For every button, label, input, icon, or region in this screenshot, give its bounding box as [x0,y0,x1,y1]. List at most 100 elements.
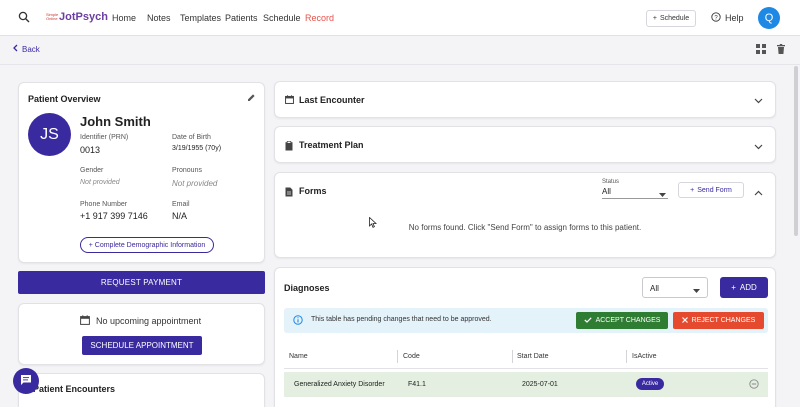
send-form-label: Send Form [697,186,732,194]
last-encounter-panel[interactable]: Last Encounter [274,81,776,118]
nav-home[interactable]: Home [112,13,136,23]
appointment-status: No upcoming appointment [80,315,201,327]
nav-templates[interactable]: Templates [180,13,221,23]
column-header-isactive[interactable]: IsActive [632,353,657,360]
chevron-left-icon [12,44,19,54]
schedule-button[interactable]: + Schedule [646,10,696,27]
back-label: Back [22,44,40,54]
accept-changes-button[interactable]: ACCEPT CHANGES [576,312,668,329]
jotpsych-logo[interactable]: Simple Online JotPsych [46,11,108,23]
email-value: N/A [172,211,188,221]
no-forms-message: No forms found. Click "Send Form" to ass… [408,223,642,232]
patient-overview-card: Patient Overview JS John Smith Identifie… [18,82,265,263]
help-link[interactable]: ? Help [711,12,744,24]
nav-record[interactable]: Record [305,13,334,23]
schedule-button-label: Schedule [659,15,690,22]
diagnosis-code: F41.1 [408,381,426,388]
logo-tagline: Simple Online [46,12,59,21]
pending-changes-banner: This table has pending changes that need… [284,308,768,333]
plus-icon: + [690,186,695,194]
chevron-up-icon[interactable] [754,188,763,198]
pending-changes-text: This table has pending changes that need… [311,316,492,323]
treatment-plan-panel[interactable]: Treatment Plan [274,126,776,163]
info-icon [293,315,303,327]
forms-panel: Forms Status All + Send Form No forms fo… [274,172,776,258]
diagnoses-filter-select[interactable]: All [642,277,708,298]
diagnoses-filter-value: All [650,284,659,293]
table-row[interactable]: Generalized Anxiety Disorder F41.1 2025-… [284,372,768,397]
caret-down-icon [693,286,700,295]
diagnoses-title: Diagnoses [284,283,330,293]
phone-label: Phone Number [80,201,128,208]
calendar-icon [285,95,294,106]
identifier-value: 0013 [80,145,101,155]
diagnosis-name: Generalized Anxiety Disorder [294,381,385,388]
grid-view-icon[interactable] [756,44,766,56]
add-diagnosis-button[interactable]: + ADD [720,277,768,298]
status-filter-value: All [602,187,611,196]
user-avatar[interactable]: Q [758,7,780,29]
send-form-button[interactable]: + Send Form [678,182,744,198]
column-header-code[interactable]: Code [403,353,420,360]
trash-icon[interactable] [777,44,785,56]
logo-name: JotPsych [59,11,108,23]
chat-button[interactable] [13,368,39,394]
chevron-down-icon[interactable] [754,96,763,106]
request-payment-button[interactable]: REQUEST PAYMENT [18,271,265,294]
gender-label: Gender [80,167,104,174]
gender-value: Not provided [80,179,120,186]
treatment-plan-title: Treatment Plan [299,140,364,150]
chat-icon [20,374,32,388]
reject-changes-label: REJECT CHANGES [691,317,756,324]
diagnosis-start-date: 2025-07-01 [522,381,558,388]
pronouns-value: Not provided [172,179,218,188]
patient-encounters-title: Patient Encounters [33,384,116,394]
clipboard-icon [285,140,293,153]
caret-down-icon [659,190,666,199]
column-divider [397,350,398,363]
pronouns-label: Pronouns [172,167,202,174]
calendar-icon [80,315,90,327]
appointment-card: No upcoming appointment SCHEDULE APPOINT… [18,303,265,365]
header-divider [0,64,800,65]
diagnoses-panel: Diagnoses All + ADD This table has pendi… [274,267,776,407]
dob-value: 3/19/1955 (70y) [172,145,222,152]
column-divider [626,350,627,363]
nav-patients[interactable]: Patients [225,13,258,23]
check-icon [583,316,592,325]
email-label: Email [172,201,190,208]
schedule-appointment-button[interactable]: SCHEDULE APPOINTMENT [82,336,202,355]
column-header-start-date[interactable]: Start Date [517,353,549,360]
scrollbar[interactable] [794,66,798,236]
nav-notes[interactable]: Notes [147,13,171,23]
phone-value: +1 917 399 7146 [80,211,148,221]
remove-icon[interactable] [749,379,759,391]
no-appointment-text: No upcoming appointment [96,316,202,326]
column-header-name[interactable]: Name [289,353,308,360]
patient-name: John Smith [80,114,151,129]
status-filter-select[interactable]: All [602,187,668,199]
table-header-divider [284,368,768,369]
dob-label: Date of Birth [172,134,211,141]
help-label: Help [725,13,744,23]
patient-encounters-card: Patient Encounters [18,373,265,407]
last-encounter-title: Last Encounter [299,95,365,105]
complete-demographic-button[interactable]: + Complete Demographic Information [80,237,214,253]
help-icon: ? [711,12,721,24]
search-icon[interactable] [18,11,30,25]
reject-changes-button[interactable]: REJECT CHANGES [673,312,764,329]
add-button-label: ADD [739,283,757,292]
plus-icon: + [731,283,736,292]
back-link[interactable]: Back [12,44,40,54]
document-icon [285,187,293,199]
status-filter-label: Status [602,179,620,185]
edit-icon[interactable] [247,93,256,104]
accept-changes-label: ACCEPT CHANGES [595,317,661,324]
forms-title: Forms [299,186,327,196]
close-icon [681,316,688,325]
nav-schedule[interactable]: Schedule [263,13,301,23]
chevron-down-icon[interactable] [754,142,763,152]
column-divider [512,350,513,363]
status-badge: Active [636,378,664,390]
patient-avatar: JS [28,113,71,156]
